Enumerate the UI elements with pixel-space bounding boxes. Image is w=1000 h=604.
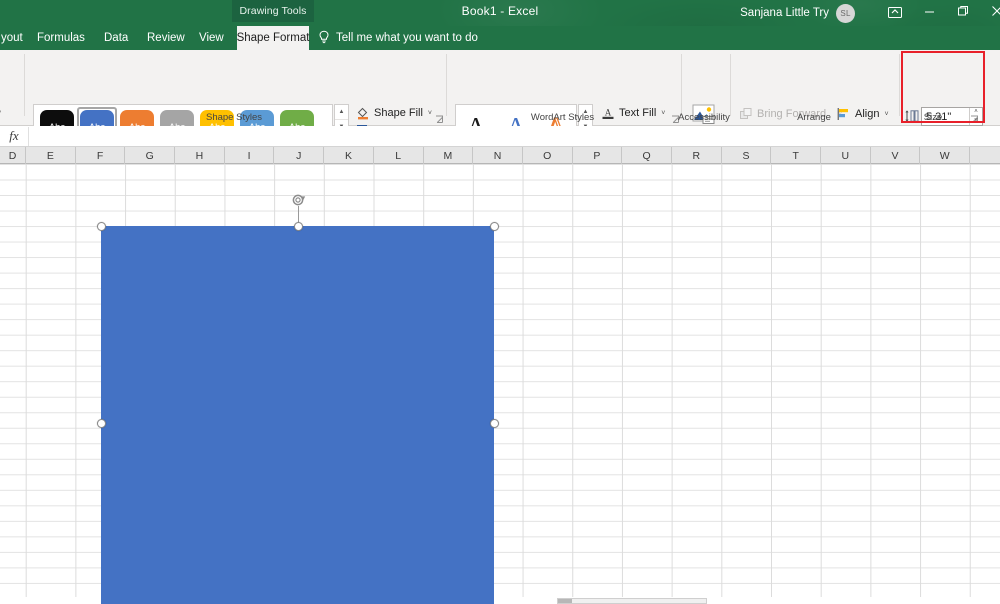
tab-view[interactable]: View (190, 26, 233, 50)
group-divider (681, 54, 682, 116)
ribbon-display-options-icon[interactable] (880, 2, 910, 22)
tab-review[interactable]: Review (138, 26, 194, 50)
column-header-K[interactable]: K (324, 147, 374, 164)
account-name: Sanjana Little Try (740, 7, 829, 19)
group-label-size: Size (923, 112, 943, 123)
minimize-button[interactable] (912, 0, 946, 22)
column-headers: D E F G H I J K L M N O P Q R S T U V W (0, 147, 1000, 164)
handle-middle-left[interactable] (97, 419, 106, 428)
group-label-arrange: Arrange (797, 112, 831, 123)
column-header-N[interactable]: N (473, 147, 523, 164)
column-header-H[interactable]: H (175, 147, 225, 164)
excel-window: Drawing Tools Book1 - Excel Sanjana Litt… (0, 0, 1000, 604)
account-area[interactable]: Sanjana Little Try SL (740, 0, 855, 26)
group-divider (446, 54, 447, 116)
size-dialog-launcher[interactable] (969, 112, 980, 123)
tell-me-search[interactable]: Tell me what you want to do (318, 26, 478, 50)
column-header-J[interactable]: J (274, 147, 325, 164)
maximize-restore-button[interactable] (946, 0, 980, 22)
column-header-D[interactable]: D (0, 147, 26, 164)
column-header-Q[interactable]: Q (622, 147, 672, 164)
column-header-S[interactable]: S (722, 147, 772, 164)
horizontal-scrollbar[interactable] (557, 598, 707, 604)
clipped-previous-group-control[interactable]: e ˅ (0, 106, 1, 118)
shape-styles-dialog-launcher[interactable] (434, 112, 445, 123)
ribbon-tab-strip: yout Formulas Data Review View Help Shap… (0, 26, 1000, 68)
tab-data[interactable]: Data (95, 26, 137, 50)
column-header-O[interactable]: O (523, 147, 573, 164)
column-header-U[interactable]: U (821, 147, 871, 164)
chevron-down-icon: ˅ (0, 110, 1, 117)
group-divider (899, 54, 900, 116)
column-header-L[interactable]: L (374, 147, 424, 164)
group-divider (730, 54, 731, 116)
avatar[interactable]: SL (836, 3, 855, 23)
column-header-W[interactable]: W (920, 147, 971, 164)
handle-middle-right[interactable] (490, 419, 499, 428)
close-button[interactable] (980, 0, 1000, 22)
column-header-I[interactable]: I (225, 147, 275, 164)
insert-function-icon[interactable]: fx (0, 126, 28, 146)
group-label-wordart-styles: WordArt Styles (530, 112, 595, 123)
handle-top-right[interactable] (490, 222, 499, 231)
column-header-R[interactable]: R (672, 147, 722, 164)
column-header-G[interactable]: G (125, 147, 176, 164)
handle-top-center[interactable] (294, 222, 303, 231)
tell-me-placeholder: Tell me what you want to do (336, 32, 478, 44)
formula-input[interactable] (28, 126, 1000, 146)
column-header-E[interactable]: E (26, 147, 76, 164)
group-label-accessibility: Accessibility (678, 112, 730, 123)
tab-shape-format[interactable]: Shape Format (237, 26, 309, 50)
rotation-handle[interactable] (291, 192, 307, 208)
horizontal-scrollbar-thumb[interactable] (558, 599, 572, 603)
lightbulb-icon (318, 30, 330, 47)
column-header-F[interactable]: F (76, 147, 126, 164)
ribbon: e ˅ Abc Abc Abc Abc Abc Abc Abc ▲ ▼ ▬ (0, 50, 1000, 157)
tab-layout-clipped[interactable]: yout (0, 26, 32, 50)
title-bar: Drawing Tools Book1 - Excel Sanjana Litt… (0, 0, 1000, 26)
column-header-P[interactable]: P (573, 147, 623, 164)
handle-top-left[interactable] (97, 222, 106, 231)
tab-formulas[interactable]: Formulas (28, 26, 94, 50)
group-label-shape-styles: Shape Styles (206, 112, 262, 123)
formula-bar: fx (0, 126, 1000, 147)
column-header-M[interactable]: M (424, 147, 474, 164)
selected-rectangle-shape[interactable] (101, 226, 494, 604)
column-header-V[interactable]: V (871, 147, 921, 164)
column-header-T[interactable]: T (771, 147, 821, 164)
group-divider (24, 54, 25, 116)
